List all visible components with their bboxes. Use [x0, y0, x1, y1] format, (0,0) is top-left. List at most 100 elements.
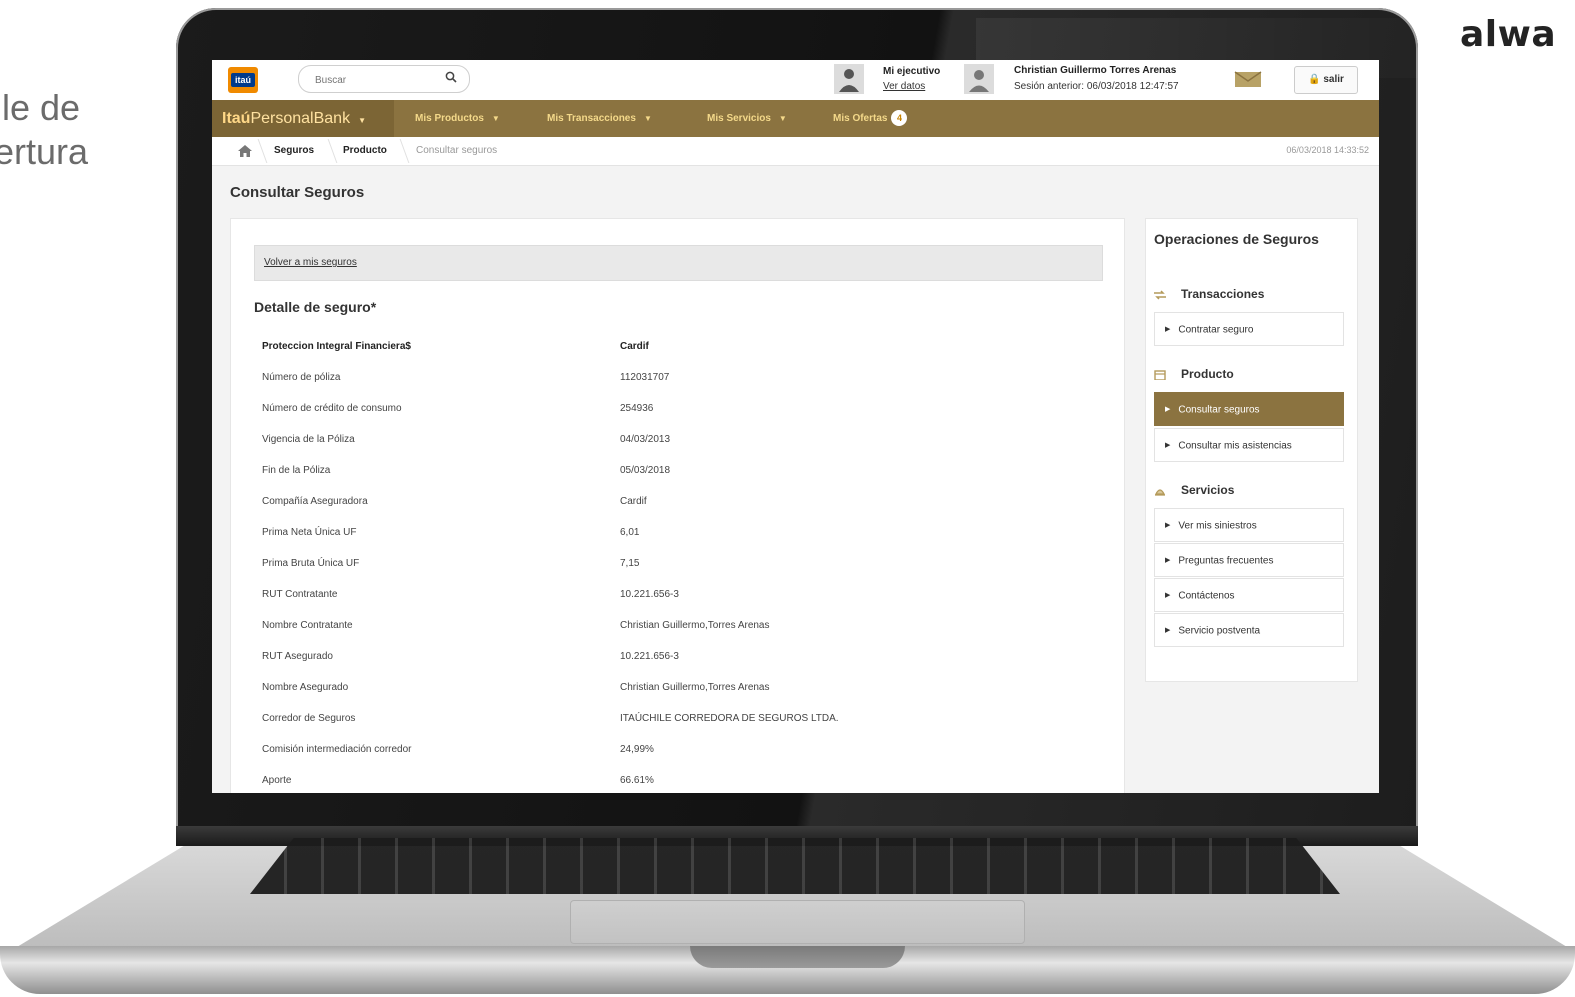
detail-value: Cardif — [620, 341, 649, 352]
chevron-down-icon: ▼ — [358, 116, 366, 125]
laptop-keyboard — [250, 838, 1340, 894]
detail-row: Aporte 66.61% — [262, 775, 1082, 793]
current-datetime: 06/03/2018 14:33:52 — [1286, 145, 1369, 155]
detail-row: Nombre Contratante Christian Guillermo,To… — [262, 620, 1082, 640]
detail-row: Corredor de Seguros ITAÚCHILE CORREDORA D… — [262, 713, 1082, 733]
insurance-operations-sidebar: Operaciones de Seguros Transacciones ▶ Co… — [1145, 218, 1358, 682]
detail-value: 66.61% — [620, 775, 654, 786]
service-bell-icon — [1154, 489, 1166, 496]
detail-row: Prima Neta Única UF 6,01 — [262, 527, 1082, 547]
detail-value: 24,99% — [620, 744, 654, 755]
brand-rest: PersonalBank — [250, 110, 351, 127]
chevron-right-icon: ▶ — [1165, 627, 1171, 634]
back-to-insurances-link[interactable]: Volver a mis seguros — [264, 257, 357, 268]
nav-label: Mis Servicios — [707, 113, 771, 124]
detail-row: Número de póliza 112031707 — [262, 372, 1082, 392]
breadcrumb-seguros[interactable]: Seguros — [274, 145, 314, 156]
detail-label: Nombre Contratante — [262, 620, 353, 631]
detail-label: Compañía Aseguradora — [262, 496, 368, 507]
sidebar-item-preguntas-frecuentes[interactable]: ▶ Preguntas frecuentes — [1154, 543, 1344, 577]
chevron-down-icon: ▼ — [778, 114, 787, 123]
detail-value: 05/03/2018 — [620, 465, 671, 476]
mail-icon[interactable] — [1234, 70, 1262, 88]
detail-value: 10.221.656-3 — [620, 589, 679, 600]
last-session: Sesión anterior: 06/03/2018 12:47:57 — [1014, 81, 1179, 92]
logout-label: salir — [1323, 74, 1344, 85]
sidebar-item-label: Consultar seguros — [1178, 404, 1260, 416]
sidebar-item-label: Servicio postventa — [1178, 625, 1261, 637]
detail-label: Prima Bruta Única UF — [262, 558, 360, 569]
back-bar: Volver a mis seguros — [254, 245, 1103, 281]
laptop-screen: itaú Mi ejecutivo Ver datos Christian Gu… — [212, 60, 1379, 793]
nav-label: Mis Transacciones — [547, 113, 636, 124]
detail-row: Fin de la Póliza 05/03/2018 — [262, 465, 1082, 485]
section-servicios: Servicios — [1154, 483, 1234, 497]
chevron-right-icon: ▶ — [1165, 326, 1171, 333]
slide-title: lle de ertura — [0, 86, 88, 174]
detail-row: Nombre Asegurado Christian Guillermo,Torr… — [262, 682, 1082, 702]
detail-title: Detalle de seguro* — [254, 299, 377, 315]
detail-value: ITAÚCHILE CORREDORA DE SEGUROS LTDA. — [620, 713, 839, 724]
detail-label: Comisión intermediación corredor — [262, 744, 412, 755]
transfer-icon — [1154, 290, 1166, 300]
sidebar-item-servicio-postventa[interactable]: ▶ Servicio postventa — [1154, 613, 1344, 647]
detail-label: Aporte — [262, 775, 292, 786]
slide-title-line-1: lle de — [0, 87, 81, 128]
sidebar-item-consultar-asistencias[interactable]: ▶ Consultar mis asistencias — [1154, 428, 1344, 462]
nav-label: Mis Productos — [415, 113, 484, 124]
detail-value: 10.221.656-3 — [620, 651, 679, 662]
detail-row: RUT Contratante 10.221.656-3 — [262, 589, 1082, 609]
detail-label: Corredor de Seguros — [262, 713, 356, 724]
chevron-down-icon: ▼ — [643, 114, 652, 123]
search-icon[interactable] — [445, 71, 457, 83]
sidebar-item-contactenos[interactable]: ▶ Contáctenos — [1154, 578, 1344, 612]
nav-label: Mis Ofertas — [833, 113, 888, 124]
detail-value: Cardif — [620, 496, 647, 507]
nav-mis-transacciones[interactable]: Mis Transacciones ▼ — [547, 100, 652, 137]
detail-label: Número de póliza — [262, 372, 341, 383]
section-title: Producto — [1181, 367, 1234, 381]
detail-value: Christian Guillermo,Torres Arenas — [620, 682, 770, 693]
detail-value: 254936 — [620, 403, 654, 414]
sidebar-item-label: Ver mis siniestros — [1178, 520, 1257, 532]
sidebar-item-label: Preguntas frecuentes — [1178, 555, 1274, 567]
detail-row: Vigencia de la Póliza 04/03/2013 — [262, 434, 1082, 454]
sidebar-item-contratar-seguro[interactable]: ▶ Contratar seguro — [1154, 312, 1344, 346]
nav-mis-productos[interactable]: Mis Productos ▼ — [415, 100, 500, 137]
detail-row: Número de crédito de consumo 254936 — [262, 403, 1082, 423]
chevron-right-icon: ▶ — [1165, 406, 1171, 413]
section-title: Servicios — [1181, 483, 1235, 497]
detail-label: Prima Neta Única UF — [262, 527, 357, 538]
section-producto: Producto — [1154, 367, 1234, 381]
user-name: Christian Guillermo Torres Arenas — [1014, 65, 1177, 76]
search-box[interactable] — [298, 65, 470, 93]
itau-logo[interactable]: itaú — [228, 67, 258, 93]
sidebar-item-consultar-seguros[interactable]: ▶ Consultar seguros — [1154, 392, 1344, 426]
chevron-right-icon: ▶ — [1165, 592, 1171, 599]
calendar-icon — [1154, 370, 1166, 380]
sidebar-item-label: Contratar seguro — [1178, 324, 1254, 336]
nav-mis-servicios[interactable]: Mis Servicios ▼ — [707, 100, 787, 137]
logout-button[interactable]: 🔒 salir — [1294, 66, 1358, 94]
nav-mis-ofertas[interactable]: Mis Ofertas 4 — [833, 100, 908, 137]
chevron-down-icon: ▼ — [491, 114, 500, 123]
detail-label: Número de crédito de consumo — [262, 403, 402, 414]
insurance-detail-card: Volver a mis seguros Detalle de seguro* … — [230, 218, 1125, 793]
main-nav: ItaúPersonalBank ▼ Mis Productos ▼ Mis Tra… — [212, 100, 1379, 137]
itau-logo-text: itaú — [231, 73, 255, 87]
executive-details-link[interactable]: Ver datos — [883, 81, 925, 92]
detail-header-row: Proteccion Integral Financiera$ Cardif — [262, 341, 1082, 361]
top-bar: itaú Mi ejecutivo Ver datos Christian Gu… — [212, 60, 1379, 101]
detail-value: 7,15 — [620, 558, 640, 569]
slide-title-line-2: ertura — [0, 131, 89, 172]
brand-menu[interactable]: ItaúPersonalBank ▼ — [212, 100, 394, 137]
breadcrumb: Seguros Producto Consultar seguros 06/03… — [212, 137, 1379, 166]
sidebar-item-ver-siniestros[interactable]: ▶ Ver mis siniestros — [1154, 508, 1344, 542]
detail-row: Prima Bruta Única UF 7,15 — [262, 558, 1082, 578]
search-input[interactable] — [313, 70, 437, 90]
home-icon[interactable] — [238, 145, 252, 157]
breadcrumb-producto[interactable]: Producto — [343, 145, 387, 156]
detail-value: Christian Guillermo,Torres Arenas — [620, 620, 770, 631]
page-title: Consultar Seguros — [230, 184, 365, 201]
detail-row: Comisión intermediación corredor 24,99% — [262, 744, 1082, 764]
